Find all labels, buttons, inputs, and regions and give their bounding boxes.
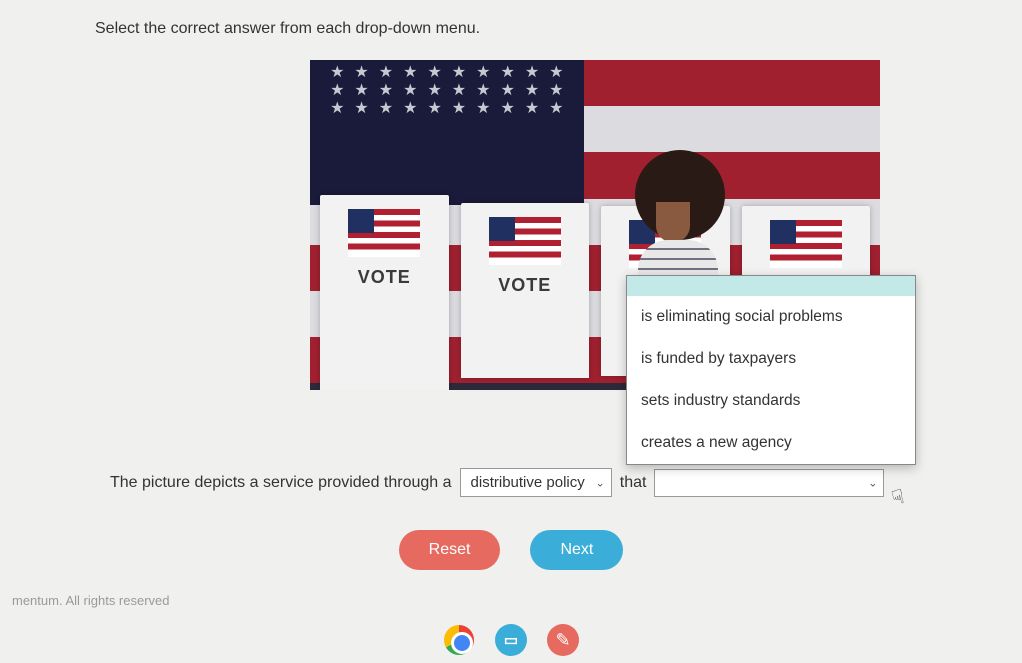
booth: VOTE <box>320 195 449 390</box>
flag-icon <box>770 220 842 268</box>
booth-label: VOTE <box>358 267 411 288</box>
sentence-row: The picture depicts a service provided t… <box>110 468 962 497</box>
flag-icon <box>348 209 420 257</box>
app-icon-red[interactable]: ✎ <box>546 623 580 657</box>
dropdown-option[interactable]: is eliminating social problems <box>627 296 915 338</box>
chevron-down-icon: ⌄ <box>868 476 877 489</box>
dropdown-policy-value: distributive policy <box>471 474 585 491</box>
chevron-down-icon: ⌄ <box>596 476 605 489</box>
instruction-text: Select the correct answer from each drop… <box>95 20 480 38</box>
next-button[interactable]: Next <box>530 530 623 570</box>
dropdown-selected-blank[interactable] <box>627 276 915 296</box>
dropdown-option[interactable]: is funded by taxpayers <box>627 338 915 380</box>
dropdown-result[interactable]: ⌄ <box>654 469 884 497</box>
flag-icon <box>489 217 561 265</box>
dropdown-option[interactable]: creates a new agency <box>627 422 915 464</box>
chrome-icon[interactable] <box>442 623 476 657</box>
dropdown-option[interactable]: sets industry standards <box>627 380 915 422</box>
booth-label: VOTE <box>498 275 551 296</box>
taskbar: ▭ ✎ <box>0 623 1022 657</box>
dropdown2-options-popup: is eliminating social problems is funded… <box>626 275 916 465</box>
button-row: Reset Next <box>0 530 1022 570</box>
dropdown-policy[interactable]: distributive policy ⌄ <box>460 468 612 497</box>
sentence-part1: The picture depicts a service provided t… <box>110 474 452 492</box>
sentence-part2: that <box>620 474 647 492</box>
flag-canton: ★★★★★★★★ ★★★★★★★ ★★★★★★★★ ★★★★★★★ <box>310 60 584 205</box>
app-icon-blue[interactable]: ▭ <box>494 623 528 657</box>
reset-button[interactable]: Reset <box>399 530 501 570</box>
footer-copyright: mentum. All rights reserved <box>12 593 170 608</box>
booth: VOTE <box>461 203 590 378</box>
